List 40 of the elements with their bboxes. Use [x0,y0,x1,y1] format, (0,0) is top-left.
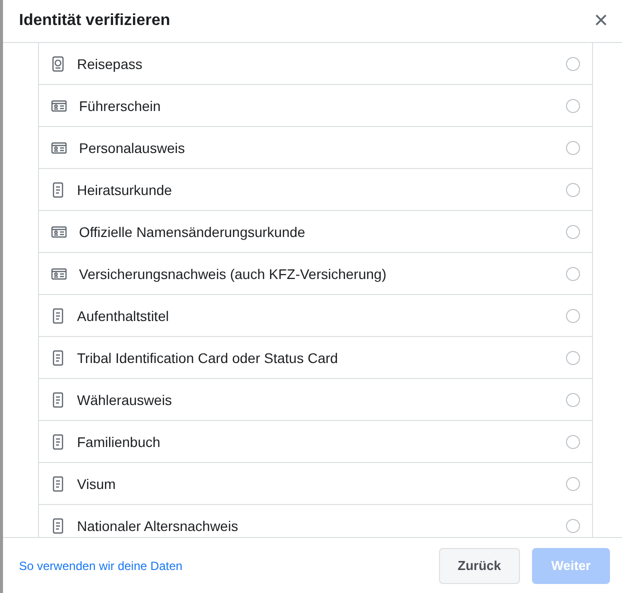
id-card-icon [51,98,67,112]
radio-button[interactable] [566,434,580,448]
radio-button[interactable] [566,56,580,70]
id-card-icon [51,224,67,238]
document-icon [51,434,65,450]
option-label: Tribal Identification Card oder Status Card [77,350,339,366]
radio-button[interactable] [566,98,580,112]
radio-button[interactable] [566,518,580,532]
option-label: Nationaler Altersnachweis [77,518,240,534]
document-icon [51,392,65,408]
passport-icon [51,56,65,72]
option-label: Offizielle Namensänderungsurkunde [79,224,306,240]
id-card-icon [51,140,67,154]
close-button[interactable]: × [590,9,612,33]
option-label: Familienbuch [77,434,162,450]
document-icon [51,308,65,324]
back-button[interactable]: Zurück [438,548,520,584]
option-label: Heiratsurkunde [77,182,173,198]
radio-button[interactable] [566,476,580,490]
document-icon [51,476,65,492]
radio-button[interactable] [566,266,580,280]
radio-button[interactable] [566,140,580,154]
radio-button[interactable] [566,224,580,238]
radio-button[interactable] [566,182,580,196]
document-icon [51,518,65,534]
option-label: Personalausweis [79,140,186,156]
option-label: Versicherungsnachweis (auch KFZ-Versicherung) [79,266,388,282]
option-label: Reisepass [77,56,144,72]
option-label: Aufenthaltstitel [77,308,170,324]
radio-button[interactable] [566,392,580,406]
radio-button[interactable] [566,308,580,322]
radio-button[interactable] [566,350,580,364]
document-icon [51,350,65,366]
data-policy-link[interactable]: So verwenden wir deine Daten [19,558,427,572]
option-label: Führerschein [79,98,162,114]
dialog-title: Identität verifizieren [19,12,170,30]
option-label: Wählerausweis [77,392,173,408]
document-icon [51,182,65,198]
option-label: Visum [77,476,117,492]
id-card-icon [51,266,67,280]
